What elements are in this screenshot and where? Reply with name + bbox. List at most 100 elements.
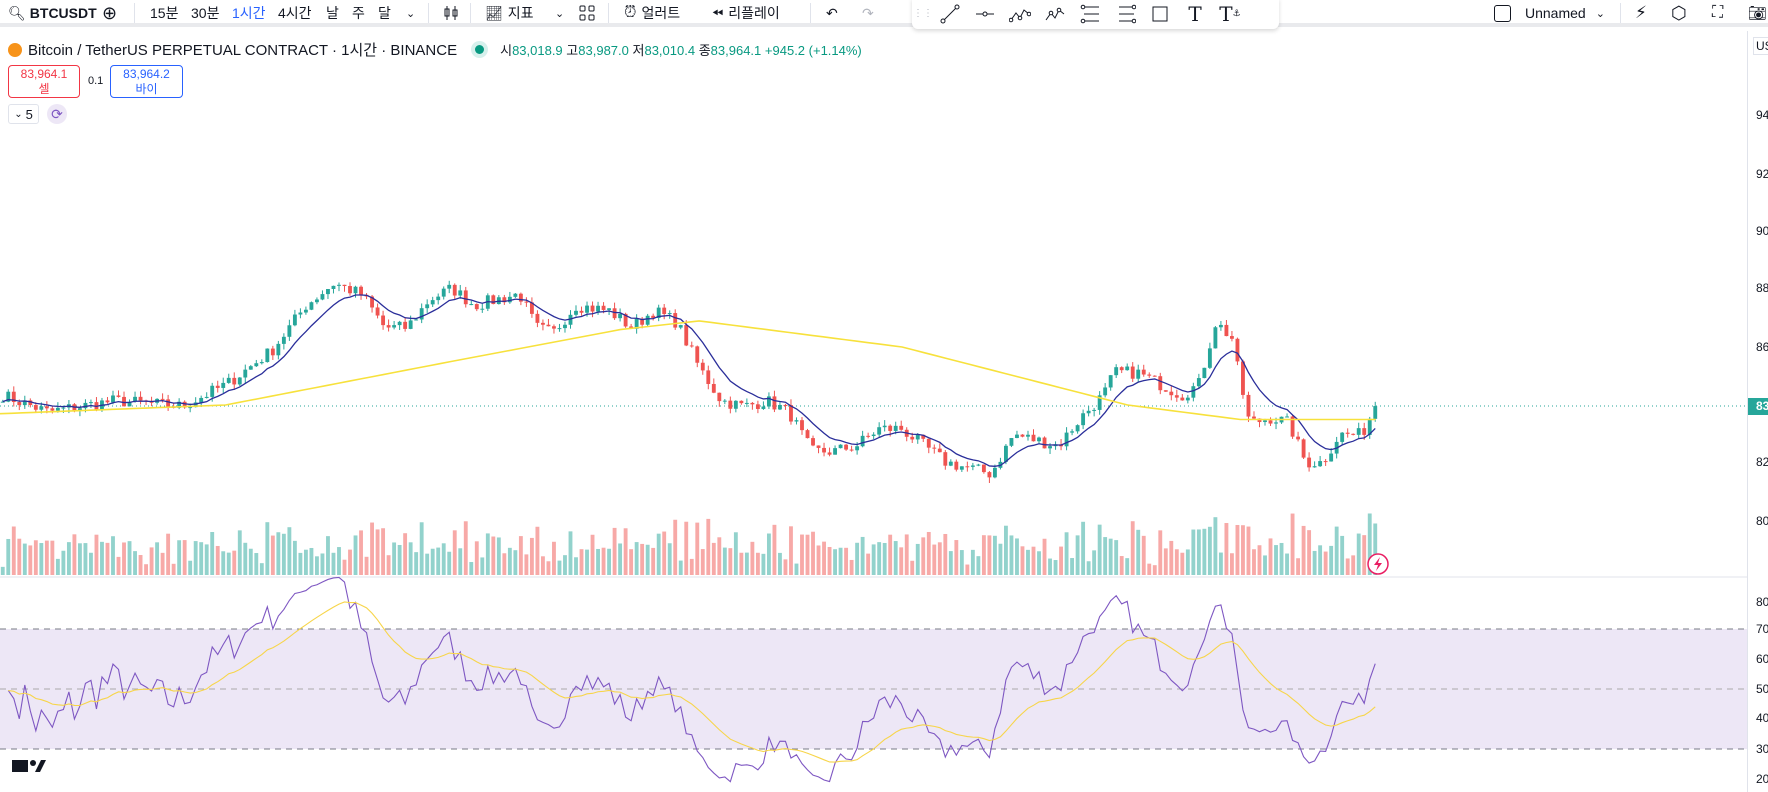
volume-bar [237,530,242,575]
volume-bar [133,551,137,575]
volume-bar [1163,548,1168,575]
candle [926,438,931,448]
volume-bar [728,548,733,575]
candle [1026,434,1030,437]
candle [44,406,49,409]
text-icon[interactable]: T [1184,2,1206,26]
anchored-text-icon[interactable]: T ⚓︎ [1219,2,1241,26]
volume-bar [518,536,523,575]
volume-bar [568,531,573,575]
volume-bar [55,558,60,575]
volume-bar [579,549,584,575]
volume-bar [695,522,700,575]
volume-bar [1114,540,1119,575]
volume-bar [1252,549,1256,575]
horizontal-ray-icon[interactable] [974,3,996,25]
volume-bar [1329,545,1334,575]
volume-bar [733,532,738,575]
volume-bar [976,556,981,575]
fib-retracement-icon[interactable] [1079,3,1101,25]
volume-bar [910,560,915,575]
candle [932,447,937,449]
fib-channel-icon[interactable] [1114,3,1136,25]
candle [199,397,204,403]
candle [662,307,667,315]
volume-bar [1279,542,1284,575]
chart-canvas[interactable] [0,0,1747,792]
candle [1307,457,1312,468]
candle [607,308,612,310]
volume-bar [1345,558,1350,575]
volume-bar [1263,555,1267,575]
candle [1125,366,1130,371]
volume-bar [1103,537,1108,575]
price-axis[interactable]: US 94 92 90 88 86 83 82 80 80 70 60 50 4… [1747,31,1768,792]
candle [563,324,567,329]
candle [1230,336,1234,339]
candle [1301,439,1306,458]
candle [1185,397,1190,401]
volume-bar [342,559,347,575]
candle [33,405,38,410]
candle [83,402,88,409]
volume-bar [1059,546,1063,575]
volume-bar [270,535,275,575]
volume-bar [585,549,589,575]
candle [348,286,352,294]
volume-bar [656,533,661,575]
volume-bar [89,552,93,575]
candle [744,402,749,404]
candle [1020,434,1025,437]
candle [1141,369,1146,375]
volume-bar [992,535,997,575]
volume-bar [292,540,297,575]
candle [1312,466,1317,468]
candle [474,304,479,310]
pattern-xabcd-icon[interactable] [1009,3,1031,25]
volume-bar [689,558,694,575]
volume-bar [403,533,408,575]
volume-bar [188,560,193,575]
candle [513,293,518,297]
volume-bar [1224,523,1229,575]
candle [1169,391,1174,396]
candle [1009,438,1014,446]
candle [1163,390,1168,392]
volume-bar [959,550,964,575]
volume-bar [1015,538,1019,575]
candle [447,284,452,289]
volume-bar [320,553,325,575]
camera-icon[interactable]: 📷︎ [1748,3,1767,23]
candle [1048,446,1052,449]
lightning-badge-icon[interactable] [1367,553,1389,575]
volume-bar [1235,524,1240,575]
candle [535,313,540,323]
price-tick: 88 [1756,281,1768,295]
volume-bar [447,551,452,575]
candle [954,461,959,470]
drag-handle-icon[interactable]: ⋮⋮ [913,3,933,25]
rectangle-icon[interactable] [1149,3,1171,25]
candle [315,299,319,303]
candle [612,308,617,319]
volume-bar [254,553,259,575]
candle [1340,432,1345,442]
currency-label[interactable]: US [1753,37,1768,55]
volume-bar [94,534,99,575]
candle [673,313,678,328]
volume-bar [1351,555,1356,575]
trend-line-icon[interactable] [939,3,961,25]
volume-bar [855,542,860,575]
volume-bar [381,528,386,575]
elliott-wave-icon[interactable] [1044,3,1066,25]
candle [17,402,22,406]
candle [893,425,898,431]
volume-bar [210,531,215,575]
candle [882,425,887,428]
candle [337,284,341,286]
volume-bar [1274,545,1278,575]
rsi-tick: 80 [1756,595,1768,609]
candle [596,305,600,312]
volume-bar [485,533,490,575]
tradingview-logo[interactable] [12,760,46,772]
